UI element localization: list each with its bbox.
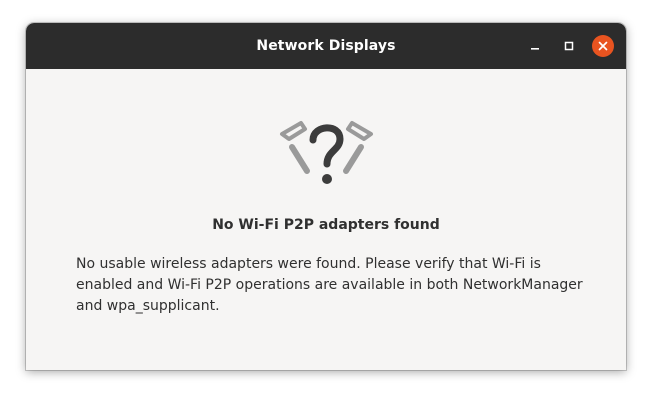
status-heading: No Wi-Fi P2P adapters found xyxy=(212,217,440,233)
minimize-icon xyxy=(531,48,539,50)
title-bar[interactable]: Network Displays xyxy=(26,23,626,69)
app-window: Network Displays No Wi-Fi P2P adapters f… xyxy=(26,23,626,370)
minimize-button[interactable] xyxy=(524,35,546,57)
maximize-button[interactable] xyxy=(558,35,580,57)
maximize-icon xyxy=(564,41,574,51)
window-title: Network Displays xyxy=(256,38,396,54)
wifi-question-icon xyxy=(279,114,374,190)
status-description: No usable wireless adapters were found. … xyxy=(76,256,583,314)
main-content: No Wi-Fi P2P adapters found No usable wi… xyxy=(26,69,626,370)
desktop: Network Displays No Wi-Fi P2P adapters f… xyxy=(0,0,652,399)
window-controls xyxy=(512,35,614,57)
close-button[interactable] xyxy=(592,35,614,57)
close-icon xyxy=(598,41,608,51)
